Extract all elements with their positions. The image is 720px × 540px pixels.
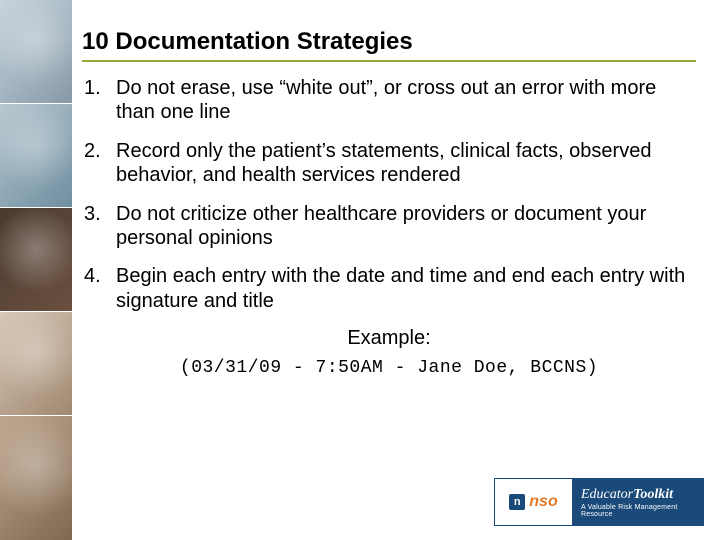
list-number: 1. bbox=[82, 76, 116, 125]
example-text: (03/31/09 - 7:50AM - Jane Doe, BCCNS) bbox=[82, 358, 696, 378]
logo-tagline: A Valuable Risk Management Resource bbox=[581, 504, 703, 518]
example-block: Example: (03/31/09 - 7:50AM - Jane Doe, … bbox=[82, 327, 696, 378]
list-number: 4. bbox=[82, 264, 116, 313]
logo-word-bold: Toolkit bbox=[633, 487, 673, 502]
sidebar-photo bbox=[0, 312, 72, 416]
list-text: Begin each entry with the date and time … bbox=[116, 264, 696, 313]
sidebar-photo bbox=[0, 0, 72, 104]
list-text: Record only the patient’s statements, cl… bbox=[116, 139, 696, 188]
list-text: Do not criticize other healthcare provid… bbox=[116, 202, 696, 251]
nso-logo: n nso bbox=[509, 493, 557, 511]
list-item: 4. Begin each entry with the date and ti… bbox=[82, 264, 696, 313]
list-item: 3. Do not criticize other healthcare pro… bbox=[82, 202, 696, 251]
footer-logo: n nso EducatorToolkit A Valuable Risk Ma… bbox=[494, 478, 704, 526]
list-text: Do not erase, use “white out”, or cross … bbox=[116, 76, 696, 125]
strategies-list: 1. Do not erase, use “white out”, or cro… bbox=[82, 76, 696, 313]
logo-word: Educator bbox=[581, 487, 633, 502]
logo-tagline-area: EducatorToolkit A Valuable Risk Manageme… bbox=[573, 479, 703, 525]
slide-content: 10 Documentation Strategies 1. Do not er… bbox=[72, 0, 720, 378]
sidebar-photo bbox=[0, 104, 72, 208]
sidebar-photo bbox=[0, 208, 72, 312]
list-number: 3. bbox=[82, 202, 116, 251]
logo-product-name: EducatorToolkit bbox=[581, 487, 703, 503]
example-label: Example: bbox=[82, 327, 696, 350]
logo-badge-icon: n bbox=[509, 494, 525, 510]
logo-brand-text: nso bbox=[529, 493, 557, 511]
slide-title: 10 Documentation Strategies bbox=[82, 28, 696, 62]
list-item: 2. Record only the patient’s statements,… bbox=[82, 139, 696, 188]
sidebar-photo bbox=[0, 416, 72, 540]
logo-brand-area: n nso bbox=[495, 479, 573, 525]
list-number: 2. bbox=[82, 139, 116, 188]
sidebar-image-strip bbox=[0, 0, 72, 540]
list-item: 1. Do not erase, use “white out”, or cro… bbox=[82, 76, 696, 125]
